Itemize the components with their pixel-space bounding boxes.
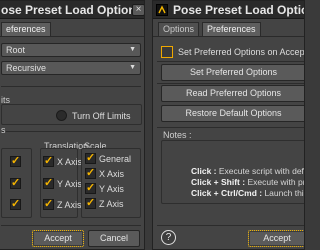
- section-s-label: s: [1, 125, 6, 135]
- scale-x-checkbox[interactable]: ✓: [85, 167, 96, 179]
- mode-dropdown-value: Recursive: [6, 63, 47, 73]
- note-text: Execute script with defa: [216, 166, 305, 176]
- tab-preferences[interactable]: Preferences: [202, 22, 261, 36]
- tab-divider: [153, 36, 304, 37]
- divider: [157, 225, 304, 226]
- scale-z-label: Z Axis: [99, 199, 124, 209]
- scale-general-checkbox[interactable]: ✓: [85, 152, 96, 164]
- app-logo-icon: [156, 4, 168, 16]
- rotation-checkbox-1[interactable]: ✓: [10, 155, 21, 167]
- translation-z-checkbox[interactable]: ✓: [43, 198, 54, 210]
- notes-label: Notes :: [163, 130, 192, 140]
- scale-y-checkbox[interactable]: ✓: [85, 182, 96, 194]
- turn-off-limits-radio[interactable]: [56, 110, 67, 121]
- scale-y-label: Y Axis: [99, 184, 124, 194]
- right-dialog: Pose Preset Load Options Options Prefere…: [152, 0, 305, 250]
- rotation-checkbox-2[interactable]: ✓: [10, 177, 21, 189]
- root-dropdown-value: Root: [6, 45, 26, 55]
- translation-x-label: X Axis: [57, 157, 83, 167]
- left-dialog: ose Preset Load Options × eferences Root…: [0, 0, 145, 250]
- divider: [157, 83, 304, 84]
- accept-button[interactable]: Accept: [248, 230, 304, 247]
- note-key: Click + Shift :: [191, 177, 246, 187]
- read-preferred-options-button[interactable]: Read Preferred Options: [161, 85, 304, 102]
- translation-y-checkbox[interactable]: ✓: [43, 177, 54, 189]
- tab-preferences[interactable]: eferences: [1, 22, 51, 36]
- right-dialog-title: Pose Preset Load Options: [173, 3, 304, 17]
- note-line-1: Click : Execute script with defa: [191, 166, 305, 176]
- left-dialog-title: ose Preset Load Options: [1, 3, 143, 17]
- mode-dropdown[interactable]: Recursive ▼: [1, 61, 141, 75]
- translation-x-checkbox[interactable]: ✓: [43, 155, 54, 167]
- scale-x-label: X Axis: [99, 169, 125, 179]
- divider: [1, 131, 141, 132]
- preferred-options-label: Set Preferred Options on Accept: [178, 47, 305, 57]
- note-key: Click + Ctrl/Cmd :: [191, 188, 263, 198]
- right-titlebar: Pose Preset Load Options: [153, 1, 304, 19]
- scale-general-label: General: [99, 154, 132, 164]
- divider: [157, 127, 304, 128]
- set-preferred-options-button[interactable]: Set Preferred Options: [161, 64, 304, 81]
- note-text: Execute with pre: [245, 177, 305, 187]
- translation-y-label: Y Axis: [57, 179, 82, 189]
- turn-off-limits-label: Turn Off Limits: [72, 111, 131, 121]
- chevron-down-icon: ▼: [129, 46, 136, 53]
- note-line-3: Click + Ctrl/Cmd : Launch this: [191, 188, 305, 198]
- note-text: Launch this: [262, 188, 305, 198]
- tab-divider: [0, 36, 144, 37]
- chevron-down-icon: ▼: [129, 64, 136, 71]
- left-titlebar: ose Preset Load Options ×: [0, 1, 144, 19]
- note-line-2: Click + Shift : Execute with pre: [191, 177, 305, 187]
- divider: [1, 86, 141, 87]
- root-dropdown[interactable]: Root ▼: [1, 43, 141, 57]
- divider: [1, 225, 141, 226]
- restore-default-options-button[interactable]: Restore Default Options: [161, 105, 304, 122]
- cancel-button[interactable]: Cancel: [88, 230, 140, 247]
- preferred-options-checkbox[interactable]: [161, 46, 173, 58]
- note-key: Click :: [191, 166, 217, 176]
- rotation-checkbox-3[interactable]: ✓: [10, 198, 21, 210]
- tab-options[interactable]: Options: [158, 22, 200, 36]
- help-icon[interactable]: ?: [161, 230, 176, 245]
- divider: [157, 61, 304, 62]
- accept-button[interactable]: Accept: [32, 230, 84, 247]
- scale-z-checkbox[interactable]: ✓: [85, 197, 96, 209]
- close-icon[interactable]: ×: [132, 4, 144, 16]
- translation-z-label: Z Axis: [57, 200, 82, 210]
